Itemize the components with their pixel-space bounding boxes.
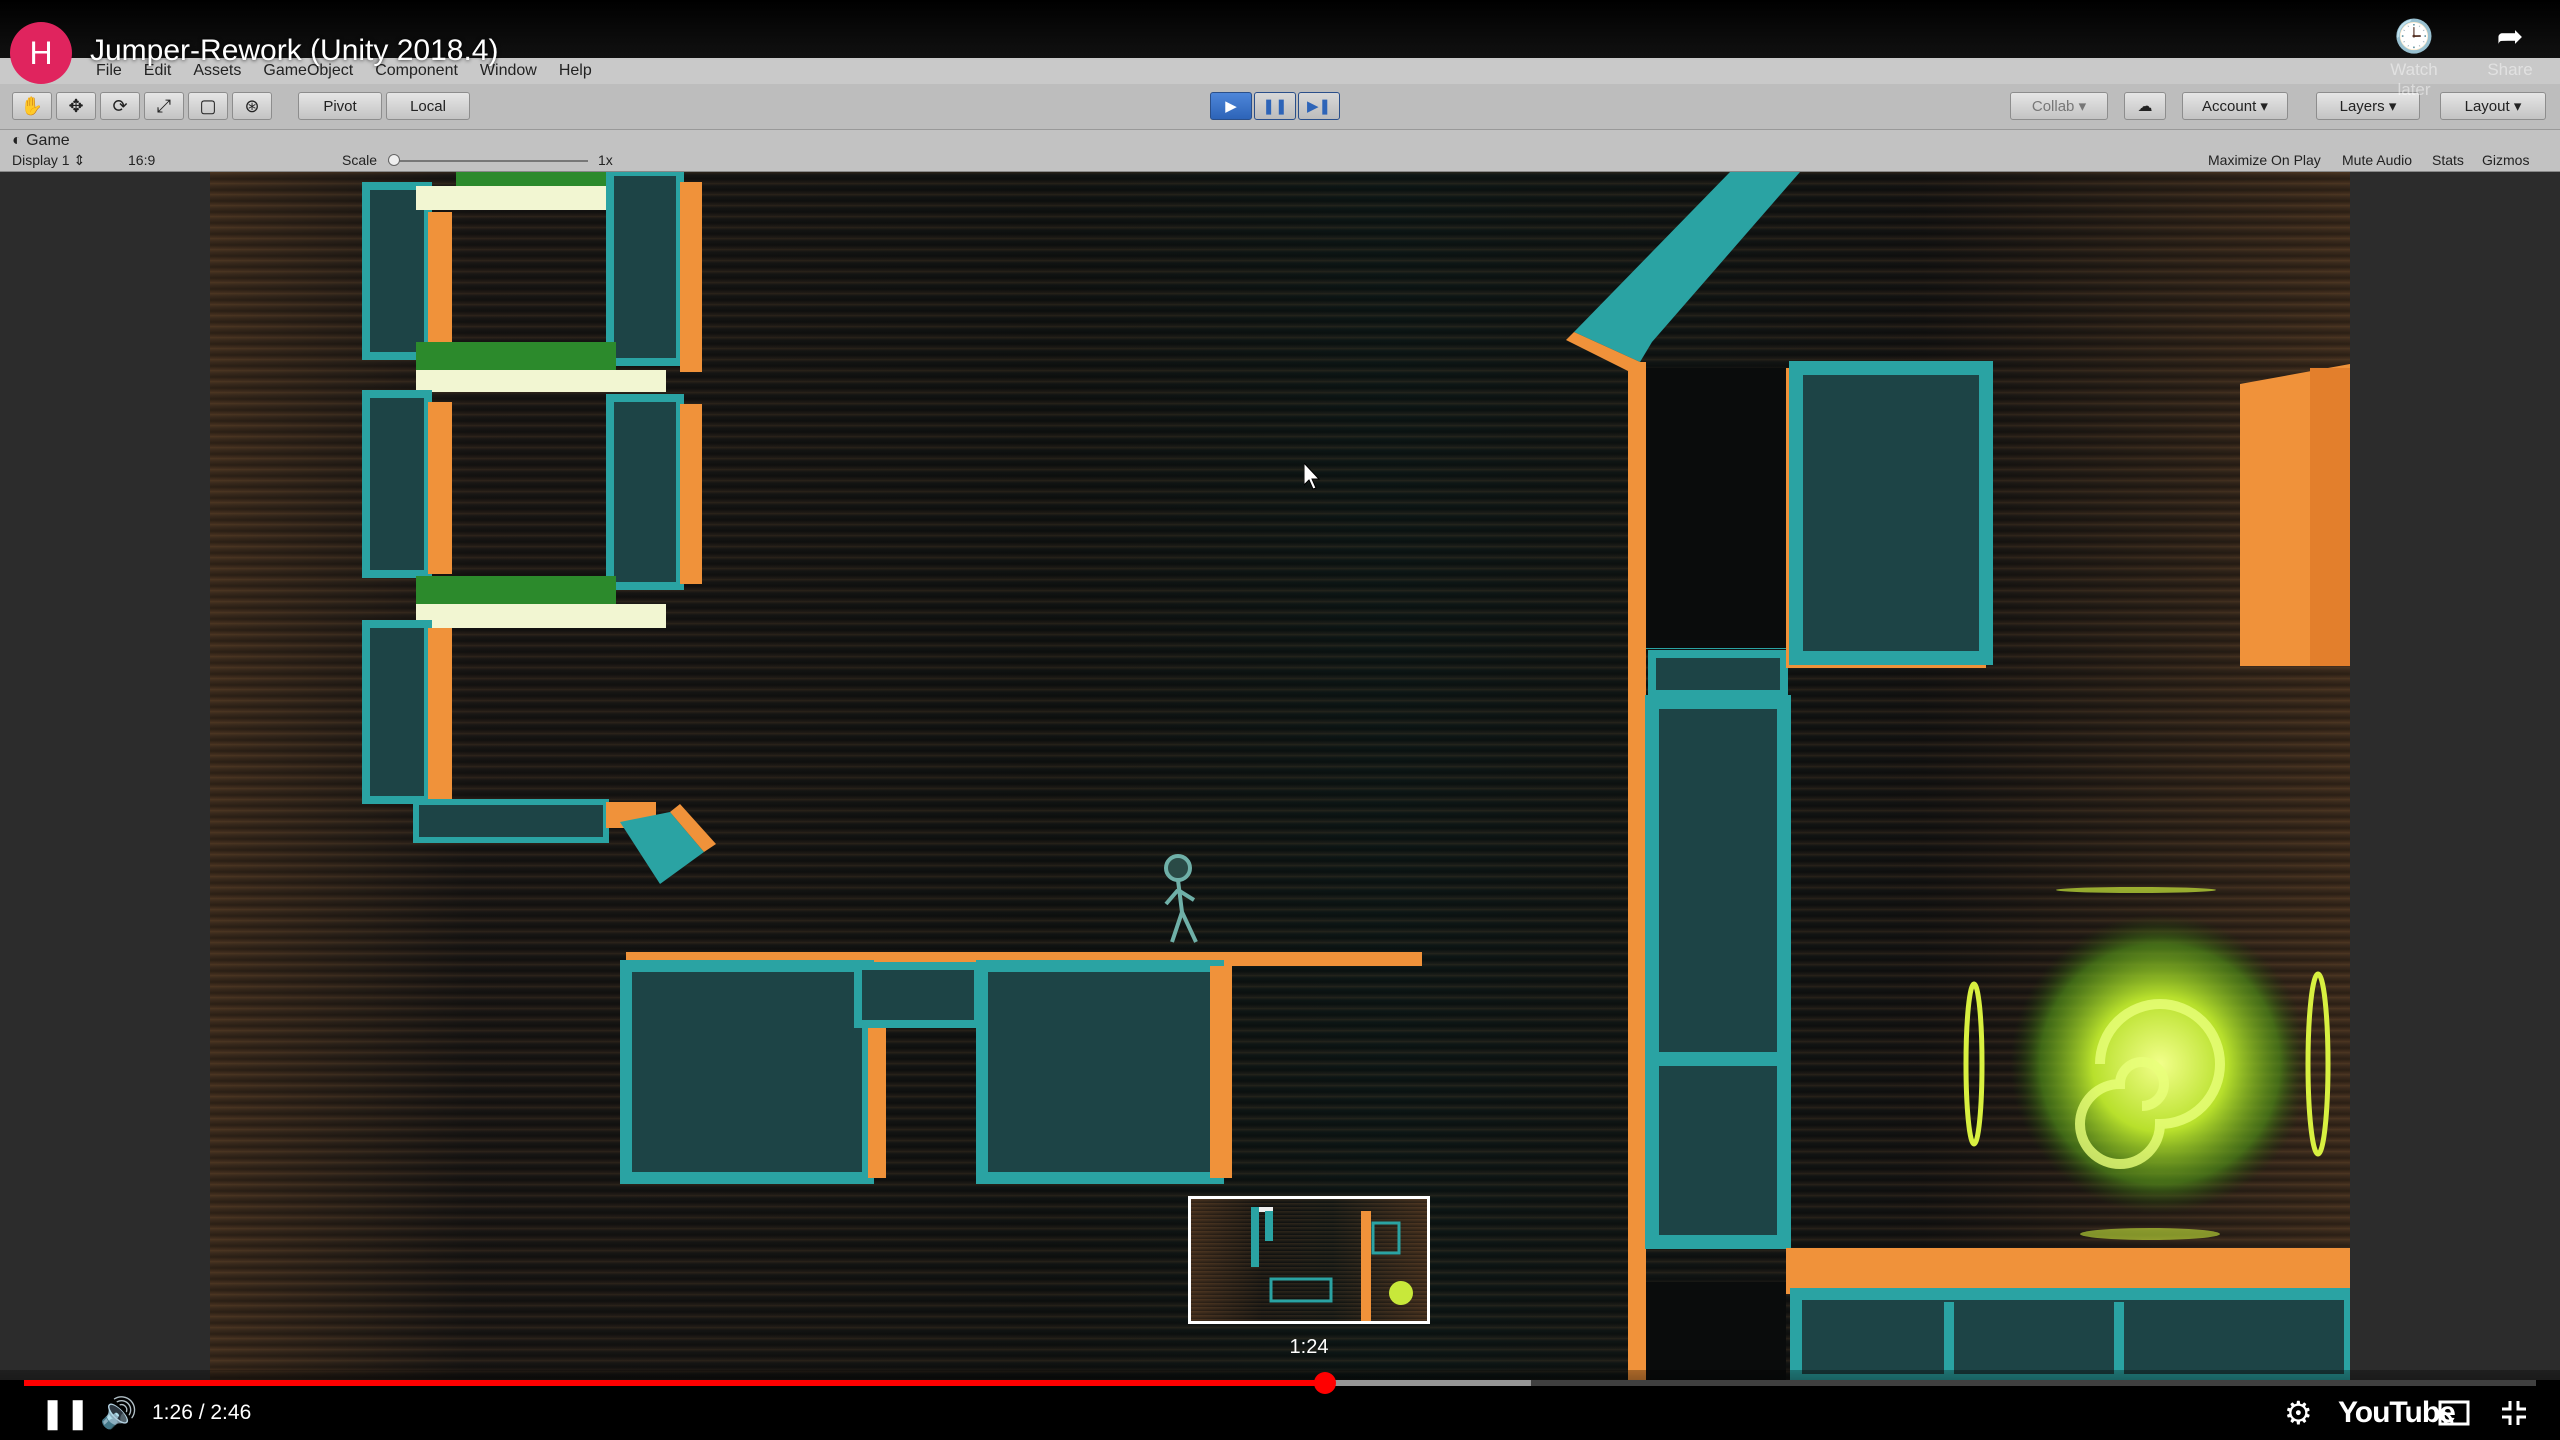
game-view-header: ◐ Game Display 1 ⇕ 16:9 Scale 1x Maximiz… [0,130,2560,172]
share-label: Share [2487,60,2533,79]
layout-label: Layout [2464,97,2510,115]
share-button[interactable]: ➦ Share [2470,14,2550,80]
letterbox-left [0,172,210,1380]
clock-icon: 🕒 [2394,18,2434,54]
maximize-on-play-toggle[interactable]: Maximize On Play [2208,152,2321,168]
account-label: Account [2202,97,2257,115]
watch-later-label: Watch later [2390,60,2438,99]
scale-slider[interactable] [388,160,588,162]
middle-platform [620,952,1422,1184]
pause-icon[interactable]: ❚❚ [40,1394,90,1432]
local-label: Local [410,97,446,115]
pivot-button[interactable]: Pivot [298,92,382,120]
volume-icon[interactable]: 🔊 [100,1394,137,1432]
menu-help[interactable]: Help [559,62,592,80]
aspect-dropdown[interactable]: 16:9 [128,152,155,168]
step-button[interactable]: ▶❚ [1298,92,1340,120]
aspect-label: 16:9 [128,152,156,168]
mute-audio-toggle[interactable]: Mute Audio [2342,152,2412,168]
video-title[interactable]: Jumper-Rework (Unity 2018.4) [90,34,498,68]
right-tower [1566,172,2350,1380]
play-button[interactable]: ▶ [1210,92,1252,120]
rotate-tool-icon[interactable]: ⟳ [100,92,140,120]
share-arrow-icon: ➦ [2496,18,2524,54]
letterbox-right [2350,172,2560,1380]
exit-fullscreen-svg [2502,1401,2526,1425]
pivot-label: Pivot [323,97,357,115]
gizmos-dropdown[interactable]: Gizmos [2482,152,2529,168]
pause-button[interactable]: ❚❚ [1254,92,1296,120]
preview-thumbnail-image [1251,1207,1413,1321]
account-dropdown[interactable]: Account ▾ [2182,92,2288,120]
progress-played [24,1380,1326,1386]
mouse-cursor-icon [1304,463,1321,490]
game-tab-label: Game [26,132,70,149]
cast-icon[interactable] [2438,1394,2470,1432]
move-tool-icon[interactable]: ✥ [56,92,96,120]
display-label: Display 1 [12,152,70,168]
time-display: 1:26 / 2:46 [152,1401,252,1424]
scale-tool-icon[interactable]: ⤢ [144,92,184,120]
stats-toggle[interactable]: Stats [2432,152,2464,168]
exit-fullscreen-icon[interactable] [2500,1394,2528,1432]
local-button[interactable]: Local [386,92,470,120]
cast-icon-svg [2438,1400,2470,1426]
scale-slider-knob[interactable] [388,154,400,166]
transform-tool-icon[interactable]: ⊛ [232,92,272,120]
collab-button[interactable]: Collab ▾ [2010,92,2108,120]
scale-value: 1x [598,152,613,168]
left-tower [362,172,716,884]
collab-label: Collab [2031,97,2075,115]
player-character [1164,854,1198,943]
portal [1963,887,2331,1240]
channel-avatar[interactable]: H [10,22,72,84]
rect-tool-icon[interactable]: ▢ [188,92,228,120]
scrub-preview-thumbnail [1188,1196,1430,1324]
progress-bar[interactable] [24,1372,2536,1394]
cloud-icon[interactable]: ☁ [2124,92,2166,120]
layout-dropdown[interactable]: Layout ▾ [2440,92,2546,120]
settings-gear-icon[interactable]: ⚙ [2284,1394,2313,1432]
hand-tool-icon[interactable]: ✋ [12,92,52,120]
layers-label: Layers [2339,97,2385,115]
scale-label: Scale [342,152,378,168]
channel-initial: H [29,34,53,71]
display-dropdown[interactable]: Display 1 ⇕ [12,152,85,169]
watch-later-button[interactable]: 🕒 Watch later [2374,14,2454,100]
scrub-preview-time: 1:24 [1289,1336,1329,1358]
game-tab[interactable]: ◐ Game [12,132,70,150]
